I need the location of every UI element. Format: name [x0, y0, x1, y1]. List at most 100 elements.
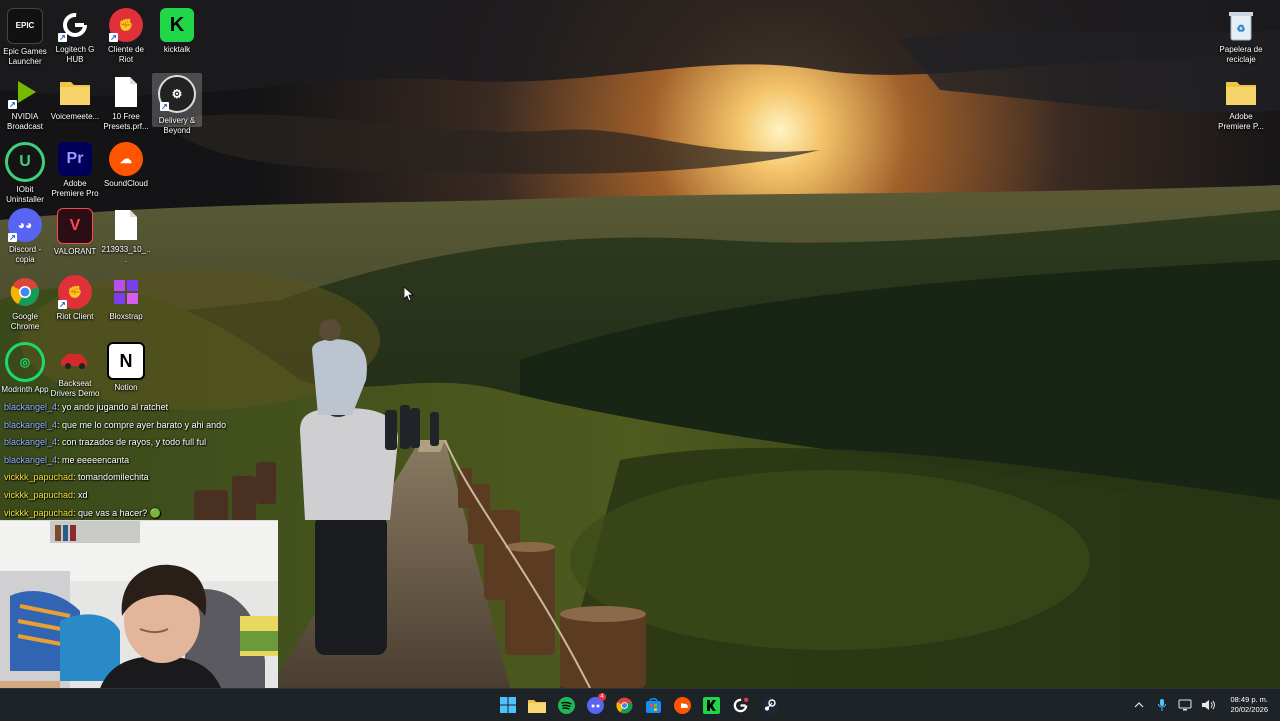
desktop-icon-free-presets[interactable]: 10 Free Presets.prf... — [101, 73, 151, 132]
bloxstrap-icon — [109, 275, 143, 309]
icon-label: Papelera de reciclaje — [1219, 45, 1263, 64]
store-icon — [645, 697, 661, 713]
desktop-icon-discord[interactable]: ◕◕ ↗ Discord - copia — [0, 206, 50, 265]
chat-username: blackangel_4 — [4, 454, 58, 465]
chat-username: vickkk_papuchad — [4, 472, 74, 483]
desktop-icon-google-chrome[interactable]: Google Chrome — [0, 273, 50, 332]
logitech-g-icon: ↗ — [58, 8, 92, 42]
premiere-pro-icon: Pr — [58, 142, 92, 176]
desktop-icon-valorant[interactable]: V VALORANT — [50, 206, 100, 257]
taskbar-file-explorer[interactable] — [525, 693, 549, 717]
chat-message: blackangel_4: que me lo compre ayer bara… — [4, 417, 284, 435]
chat-text: : xd — [73, 489, 88, 500]
desktop-icon-soundcloud[interactable]: ☁ SoundCloud — [101, 140, 151, 189]
clock-date: 20/02/2026 — [1230, 705, 1268, 714]
desktop-icon-kicktalk[interactable]: K kicktalk — [152, 6, 202, 55]
folder-icon — [528, 699, 546, 713]
volume-icon[interactable] — [1201, 698, 1216, 712]
desktop-icon-iobit-uninstaller[interactable]: U IObit Uninstaller — [0, 140, 50, 205]
spotify-icon — [557, 696, 575, 714]
chat-username: vickkk_papuchad — [4, 489, 74, 500]
notification-badge: 4 — [598, 693, 606, 701]
steam-icon — [760, 696, 778, 714]
riot-client-icon: ✊ ↗ — [58, 275, 92, 309]
icon-label: Riot Client — [56, 312, 94, 321]
taskbar: 4 08:49 p. m. 20/02/2026 — [0, 688, 1280, 721]
icon-label: Adobe Premiere Pro — [51, 179, 99, 198]
desktop-icon-delivery-beyond[interactable]: ⚙ ↗ Delivery & Beyond — [152, 73, 202, 135]
icon-label: Delivery & Beyond — [158, 116, 196, 135]
desktop-icon-notion[interactable]: N Notion — [101, 340, 151, 393]
icon-label: 213933_10_... — [101, 245, 151, 264]
icon-label: 10 Free Presets.prf... — [103, 112, 149, 131]
chat-username: blackangel_4 — [4, 419, 58, 430]
taskbar-kick[interactable] — [699, 693, 723, 717]
icon-label: NVIDIA Broadcast — [6, 112, 44, 131]
chat-text: : yo ando jugando al ratchet — [57, 402, 169, 412]
mouse-cursor-icon — [403, 286, 415, 307]
taskbar-chrome[interactable] — [612, 693, 636, 717]
delivery-beyond-icon: ⚙ ↗ — [158, 75, 196, 113]
desktop-icon-riot-client[interactable]: ✊ ↗ Riot Client — [50, 273, 100, 322]
chat-message: blackangel_4: yo ando jugando al ratchet — [4, 399, 284, 417]
desktop-icon-bloxstrap[interactable]: Bloxstrap — [101, 273, 151, 322]
chrome-icon — [615, 697, 632, 713]
notion-icon: N — [107, 342, 145, 380]
taskbar-discord[interactable]: 4 — [583, 693, 607, 717]
taskbar-spotify[interactable] — [554, 693, 578, 717]
network-icon[interactable] — [1178, 698, 1192, 712]
desktop-icon-nvidia-broadcast[interactable]: ↗ NVIDIA Broadcast — [0, 73, 50, 132]
desktop-icon-modrinth[interactable]: ◎ Modrinth App — [0, 340, 50, 395]
icon-label: Google Chrome — [10, 312, 40, 331]
desktop-icon-backseat-drivers[interactable]: Backseat Drivers Demo — [50, 340, 100, 399]
desktop-icon-voicemeeter[interactable]: Voicemeete... — [50, 73, 100, 122]
folder-icon — [58, 75, 92, 109]
taskbar-soundcloud[interactable] — [670, 693, 694, 717]
system-tray: 08:49 p. m. 20/02/2026 — [1132, 689, 1268, 721]
soundcloud-icon — [673, 696, 691, 714]
chat-message: blackangel_4: me eeeeencanta — [4, 452, 284, 470]
icon-label: VALORANT — [53, 247, 97, 256]
icon-label: kicktalk — [163, 45, 191, 54]
chat-message: vickkk_papuchad: tomandomilechita — [4, 469, 284, 487]
iobit-uninstaller-icon: U — [5, 142, 45, 182]
clock-time: 08:49 p. m. — [1230, 695, 1268, 704]
icon-label: Discord - copia — [8, 245, 41, 264]
logitech-g-icon — [733, 697, 748, 712]
chat-text: : tomandomilechita — [73, 472, 149, 483]
riot-client-icon: ✊ ↗ — [109, 8, 143, 42]
valorant-icon: V — [57, 208, 93, 244]
modrinth-icon: ◎ — [5, 342, 45, 382]
clock[interactable]: 08:49 p. m. 20/02/2026 — [1230, 695, 1268, 715]
soundcloud-icon: ☁ — [109, 142, 143, 176]
icon-label: Voicemeete... — [50, 112, 100, 121]
microphone-icon[interactable] — [1155, 698, 1169, 712]
taskbar-steam[interactable] — [757, 693, 781, 717]
taskbar-logitech-g-hub[interactable] — [728, 693, 752, 717]
icon-label: Bloxstrap — [109, 312, 143, 321]
stream-chat-overlay: blackangel_4: yo ando jugando al ratchet… — [4, 399, 284, 522]
desktop-icon-cliente-de-riot[interactable]: ✊ ↗ Cliente de Riot — [101, 6, 151, 65]
backseat-drivers-icon — [58, 342, 92, 376]
recycle-bin-icon: ♻ — [1224, 8, 1258, 42]
taskbar-microsoft-store[interactable] — [641, 693, 665, 717]
taskbar-apps: 4 — [496, 693, 781, 717]
desktop-icon-logitech-g-hub[interactable]: ↗ Logitech G HUB — [50, 6, 100, 65]
icon-label: IObit Uninstaller — [6, 185, 44, 204]
kick-icon: K — [160, 8, 194, 42]
desktop-icon-213933[interactable]: 213933_10_... — [101, 206, 151, 265]
chat-username: vickkk_papuchad — [4, 507, 74, 518]
chevron-up-icon[interactable] — [1132, 698, 1146, 712]
icon-label: Adobe Premiere P... — [1218, 112, 1264, 131]
chat-text: : con trazados de rayos, y todo full ful — [57, 437, 207, 448]
chat-message: blackangel_4: con trazados de rayos, y t… — [4, 434, 284, 452]
chat-username: blackangel_4 — [4, 402, 58, 412]
icon-label: SoundCloud — [103, 179, 149, 188]
desktop-icon-recycle-bin[interactable]: ♻ Papelera de reciclaje — [1216, 6, 1266, 65]
desktop-icon-premiere-pro[interactable]: Pr Adobe Premiere Pro — [50, 140, 100, 199]
chat-text: : que me lo compre ayer barato y ahi and… — [57, 419, 227, 430]
icon-label: Modrinth App — [1, 385, 49, 394]
start-button[interactable] — [496, 693, 520, 717]
desktop-icon-adobe-premiere-folder[interactable]: Adobe Premiere P... — [1216, 73, 1266, 132]
desktop-icon-epic-games[interactable]: EPIC Epic Games Launcher — [0, 6, 50, 67]
